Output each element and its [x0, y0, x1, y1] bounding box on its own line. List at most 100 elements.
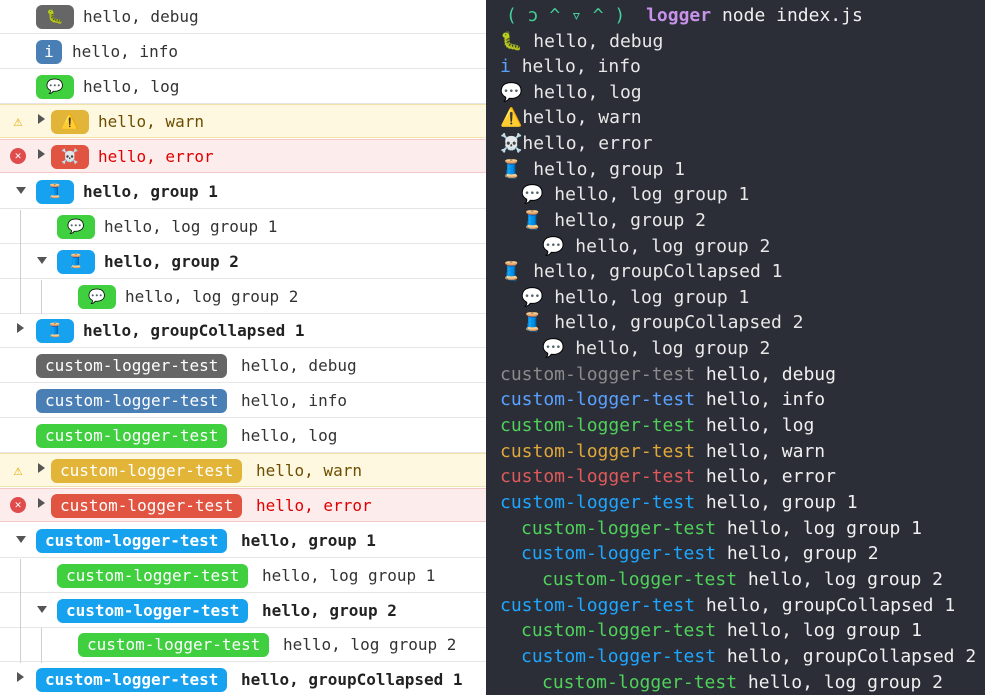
- custom-logger-label: custom-logger-test: [500, 389, 696, 410]
- console-message: hello, error: [98, 147, 214, 166]
- terminal-custom-line: custom-logger-test hello, log: [500, 414, 814, 438]
- console-row-error[interactable]: ✕ ☠️ hello, error: [0, 139, 486, 173]
- console-message: hello, log group 2: [125, 287, 299, 306]
- console-message: hello, debug: [241, 356, 357, 375]
- expand-triangle-icon[interactable]: [38, 498, 45, 508]
- terminal-text: hello, debug: [533, 31, 664, 52]
- custom-logger-label: custom-logger-test: [521, 543, 717, 564]
- custom-logger-label: custom-logger-test: [521, 646, 717, 667]
- console-message: hello, group 1: [83, 182, 218, 201]
- bug-icon: 🐛: [500, 31, 523, 52]
- collapse-triangle-icon[interactable]: [16, 187, 26, 194]
- speech-bubble-icon: 💬: [500, 82, 523, 103]
- error-icon: ✕: [10, 148, 26, 164]
- terminal-text: hello, error: [705, 466, 836, 487]
- terminal-line: 🧵 hello, group 1: [500, 158, 685, 182]
- custom-logger-badge: custom-logger-test: [36, 668, 228, 692]
- terminal-text: hello, group 2: [726, 543, 879, 564]
- terminal-text: hello, debug: [705, 364, 836, 385]
- terminal-line: ⚠️hello, warn: [500, 106, 642, 130]
- terminal-line: 💬 hello, log group 2: [542, 337, 770, 361]
- terminal-line: 💬 hello, log group 1: [521, 183, 749, 207]
- console-row-custom-log: custom-logger-test hello, log: [0, 419, 486, 453]
- expand-triangle-icon[interactable]: [17, 672, 24, 682]
- console-message: hello, groupCollapsed 1: [83, 321, 305, 340]
- console-row-log-group-2: 💬 hello, log group 2: [0, 280, 486, 314]
- console-row-log: 💬 hello, log: [0, 70, 486, 104]
- custom-logger-badge: custom-logger-test: [78, 633, 270, 657]
- terminal-custom-line: custom-logger-test hello, log group 1: [521, 619, 922, 643]
- console-message: hello, log group 1: [104, 217, 278, 236]
- terminal-custom-line: custom-logger-test hello, warn: [500, 440, 825, 464]
- thread-icon: 🧵: [36, 180, 74, 204]
- warning-icon: ⚠️: [500, 107, 523, 128]
- expand-triangle-icon[interactable]: [17, 323, 24, 333]
- terminal-line: 🧵 hello, group 2: [521, 209, 706, 233]
- expand-triangle-icon[interactable]: [38, 114, 45, 124]
- console-message: hello, group 1: [241, 531, 376, 550]
- speech-bubble-icon: 💬: [521, 287, 544, 308]
- terminal-line: 💬 hello, log group 2: [542, 235, 770, 259]
- console-row-custom-warn[interactable]: ⚠ custom-logger-test hello, warn: [0, 453, 486, 487]
- terminal-text: hello, log group 2: [575, 236, 771, 257]
- console-row-custom-group-collapsed-1[interactable]: custom-logger-test hello, groupCollapsed…: [0, 663, 486, 695]
- custom-logger-badge: custom-logger-test: [57, 564, 249, 588]
- terminal-text: hello, groupCollapsed 1: [533, 261, 783, 282]
- terminal-text: hello, groupCollapsed 1: [705, 595, 956, 616]
- console-message: hello, log group 1: [262, 566, 436, 585]
- terminal-line: 🐛 hello, debug: [500, 30, 663, 54]
- error-icon: ✕: [10, 497, 26, 513]
- thread-icon: 🧵: [500, 261, 523, 282]
- terminal-text: hello, warn: [705, 441, 826, 462]
- console-row-warn[interactable]: ⚠ ⚠️ hello, warn: [0, 104, 486, 138]
- custom-logger-label: custom-logger-test: [521, 518, 717, 539]
- console-message: hello, group 2: [104, 252, 239, 271]
- speech-bubble-icon: 💬: [78, 285, 116, 309]
- console-row-group-1[interactable]: 🧵 hello, group 1: [0, 175, 486, 209]
- terminal-custom-line: custom-logger-test hello, error: [500, 465, 836, 489]
- console-row-group-collapsed-1[interactable]: 🧵 hello, groupCollapsed 1: [0, 314, 486, 348]
- collapse-triangle-icon[interactable]: [37, 257, 47, 264]
- collapse-triangle-icon[interactable]: [16, 536, 26, 543]
- info-icon: i: [500, 56, 511, 77]
- prompt-command: logger: [646, 5, 712, 26]
- terminal-prompt: ( ɔ ^ ▿ ^ ) logger node index.js: [506, 4, 863, 28]
- thread-icon: 🧵: [36, 319, 74, 343]
- info-icon: i: [36, 40, 62, 64]
- console-message: hello, group 2: [262, 601, 397, 620]
- console-row-custom-group-1[interactable]: custom-logger-test hello, group 1: [0, 524, 486, 558]
- collapse-triangle-icon[interactable]: [37, 606, 47, 613]
- terminal-text: hello, group 1: [705, 492, 858, 513]
- thread-icon: 🧵: [521, 210, 544, 231]
- console-message: hello, groupCollapsed 1: [241, 670, 463, 689]
- terminal-line: 🧵 hello, groupCollapsed 2: [521, 311, 804, 335]
- prompt-face: ( ɔ ^ ▿ ^ ): [506, 5, 626, 26]
- expand-triangle-icon[interactable]: [38, 463, 45, 473]
- custom-logger-label: custom-logger-test: [500, 595, 696, 616]
- browser-console-panel: 🐛 hello, debug i hello, info 💬 hello, lo…: [0, 0, 486, 695]
- custom-logger-label: custom-logger-test: [500, 492, 696, 513]
- custom-logger-badge: custom-logger-test: [51, 494, 243, 518]
- speech-bubble-icon: 💬: [542, 236, 565, 257]
- custom-logger-badge: custom-logger-test: [36, 354, 228, 378]
- console-row-log-group-1: 💬 hello, log group 1: [0, 210, 486, 244]
- expand-triangle-icon[interactable]: [38, 149, 45, 159]
- terminal-line: i hello, info: [500, 55, 641, 79]
- group-guide-line: [20, 559, 21, 663]
- terminal-custom-line: custom-logger-test hello, log group 1: [521, 517, 922, 541]
- terminal-text: hello, log group 1: [726, 620, 922, 641]
- console-message: hello, error: [256, 496, 372, 515]
- console-row-custom-error[interactable]: ✕ custom-logger-test hello, error: [0, 488, 486, 522]
- terminal-text: hello, group 2: [554, 210, 706, 231]
- terminal-text: hello, log group 2: [747, 569, 943, 590]
- skull-icon: ☠️: [51, 145, 89, 169]
- console-row-group-2[interactable]: 🧵 hello, group 2: [0, 245, 486, 279]
- terminal-panel: ( ɔ ^ ▿ ^ ) logger node index.js 🐛 hello…: [486, 0, 985, 695]
- console-message: hello, info: [241, 391, 347, 410]
- terminal-text: hello, warn: [522, 107, 642, 128]
- console-row-custom-group-2[interactable]: custom-logger-test hello, group 2: [0, 594, 486, 628]
- speech-bubble-icon: 💬: [36, 75, 74, 99]
- console-message: hello, debug: [83, 7, 199, 26]
- terminal-custom-line: custom-logger-test hello, groupCollapsed…: [500, 594, 955, 618]
- terminal-custom-line: custom-logger-test hello, log group 2: [542, 671, 943, 695]
